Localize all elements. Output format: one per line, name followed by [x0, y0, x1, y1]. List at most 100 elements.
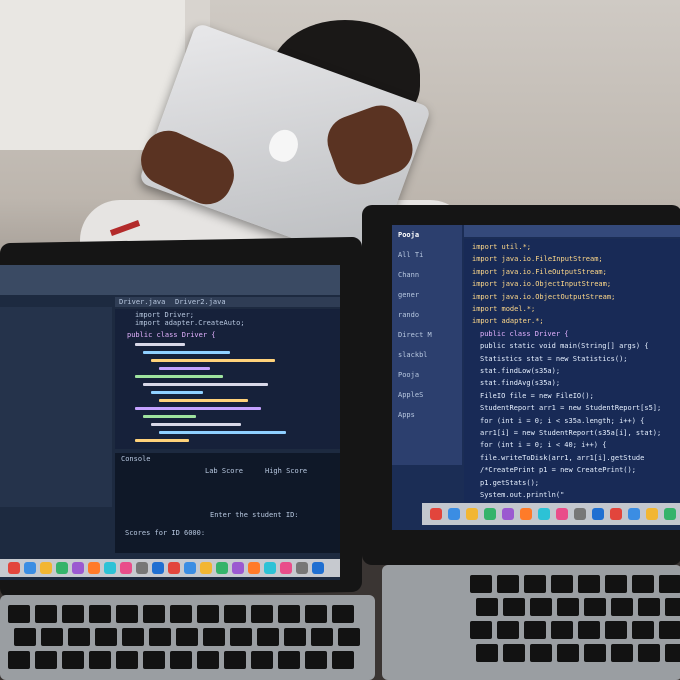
app-dock-icon[interactable]	[296, 562, 308, 574]
app-dock-icon[interactable]	[24, 562, 36, 574]
slack-channel-item[interactable]: AppleS	[398, 391, 423, 399]
keyboard-key	[530, 598, 552, 616]
app-dock-icon[interactable]	[232, 562, 244, 574]
app-dock-icon[interactable]	[136, 562, 148, 574]
right-code-line: for (int i = 0; i < s35a.length; i++) {	[480, 416, 645, 425]
app-dock-icon[interactable]	[88, 562, 100, 574]
right-code-line: p1.getStats();	[480, 478, 540, 487]
slack-channel-item[interactable]: All Ti	[398, 251, 423, 259]
app-dock-icon[interactable]	[248, 562, 260, 574]
app-dock-icon[interactable]	[520, 508, 532, 520]
keyboard-key	[470, 575, 492, 593]
app-dock-icon[interactable]	[168, 562, 180, 574]
left-code-line-2: import adapter.CreateAuto;	[135, 319, 245, 327]
keyboard-key	[578, 621, 600, 639]
right-code-line: import util.*;	[472, 243, 532, 251]
code-line	[151, 391, 203, 394]
app-dock-icon[interactable]	[484, 508, 496, 520]
app-dock-icon[interactable]	[152, 562, 164, 574]
left-code-line-1: import Driver;	[135, 311, 195, 319]
left-code-area: import Driver; import adapter.CreateAuto…	[115, 309, 340, 449]
slack-channel-item[interactable]: Direct M	[398, 331, 432, 339]
app-dock-icon[interactable]	[200, 562, 212, 574]
right-code-line: import java.io.FileInputStream;	[472, 255, 603, 264]
app-dock-icon[interactable]	[556, 508, 568, 520]
app-dock-icon[interactable]	[104, 562, 116, 574]
keyboard-key	[251, 605, 273, 623]
console-prompt: Enter the student ID:	[210, 511, 299, 519]
keyboard-key	[278, 605, 300, 623]
app-dock-icon[interactable]	[592, 508, 604, 520]
app-dock-icon[interactable]	[40, 562, 52, 574]
keyboard-key	[176, 628, 198, 646]
slack-user: Pooja	[398, 231, 420, 239]
keyboard-key	[578, 575, 600, 593]
right-code-line: arr1[i] = new StudentReport(s35a[i], sta…	[480, 429, 662, 437]
keyboard-key	[632, 621, 654, 639]
slack-channel-item[interactable]: Apps	[398, 411, 415, 419]
app-dock-icon[interactable]	[120, 562, 132, 574]
app-dock-icon[interactable]	[448, 508, 460, 520]
app-dock-icon[interactable]	[466, 508, 478, 520]
keyboard-key	[638, 644, 660, 662]
keyboard-key	[8, 605, 30, 623]
right-code-line: StudentReport arr1 = new StudentReport[s…	[480, 404, 662, 413]
app-dock-icon[interactable]	[184, 562, 196, 574]
slack-channel-item[interactable]: Chann	[398, 271, 419, 279]
code-line	[159, 431, 286, 434]
slack-channel-item[interactable]: rando	[398, 311, 419, 319]
app-dock-icon[interactable]	[664, 508, 676, 520]
app-dock-icon[interactable]	[56, 562, 68, 574]
slack-channel-item[interactable]: gener	[398, 291, 419, 299]
right-code-line: import java.io.FileOutputStream;	[472, 267, 607, 276]
keyboard-key	[524, 575, 546, 593]
code-line	[135, 407, 261, 410]
left-tab-2[interactable]: Driver2.java	[175, 298, 226, 306]
code-line	[135, 439, 189, 442]
keyboard-key	[524, 621, 546, 639]
right-code-line: System.out.println("	[480, 491, 565, 499]
app-dock-icon[interactable]	[430, 508, 442, 520]
slack-channel-item[interactable]: slackbl	[398, 351, 428, 359]
app-dock-icon[interactable]	[8, 562, 20, 574]
keyboard-key	[497, 621, 519, 639]
keyboard-key	[665, 598, 680, 616]
app-dock-icon[interactable]	[216, 562, 228, 574]
keyboard-key	[584, 644, 606, 662]
keyboard-key	[338, 628, 360, 646]
app-dock-icon[interactable]	[502, 508, 514, 520]
keyboard-key	[503, 598, 525, 616]
keyboard-key	[305, 651, 327, 669]
app-dock-icon[interactable]	[312, 562, 324, 574]
app-dock-icon[interactable]	[264, 562, 276, 574]
keyboard-key	[584, 598, 606, 616]
right-code-line: stat.findLow(s35a);	[480, 367, 561, 375]
console-tab[interactable]: Console	[121, 455, 151, 463]
right-code-line: public static void main(String[] args) {	[480, 342, 649, 351]
app-dock-icon[interactable]	[610, 508, 622, 520]
app-dock-icon[interactable]	[538, 508, 550, 520]
app-dock-icon[interactable]	[646, 508, 658, 520]
right-code-line: for (int i = 0; i < 40; i++) {	[480, 441, 607, 450]
keyboard-key	[197, 651, 219, 669]
app-dock-icon[interactable]	[72, 562, 84, 574]
keyboard-key	[497, 575, 519, 593]
keyboard-key	[143, 605, 165, 623]
slack-channel-item[interactable]: Pooja	[398, 371, 419, 379]
right-code-line: import adapter.*;	[472, 317, 544, 326]
app-dock-icon[interactable]	[280, 562, 292, 574]
keyboard-key	[170, 605, 192, 623]
slack-sidebar: Pooja All Ti Chann gener rando Direct M slack…	[392, 225, 462, 465]
right-editor-tabs	[464, 225, 680, 237]
app-dock-icon[interactable]	[574, 508, 586, 520]
left-tab-1[interactable]: Driver.java	[119, 298, 165, 306]
left-laptop: Driver.java Driver2.java import Driver; …	[0, 236, 380, 680]
app-dock-icon[interactable]	[628, 508, 640, 520]
code-line	[143, 383, 268, 386]
code-line	[159, 399, 248, 402]
console-col-1: Lab Score	[205, 467, 243, 475]
left-console: Console Lab Score High Score Enter the s…	[115, 453, 340, 553]
keyboard-key	[332, 605, 354, 623]
left-project-panel	[0, 307, 112, 507]
keyboard-key	[530, 644, 552, 662]
